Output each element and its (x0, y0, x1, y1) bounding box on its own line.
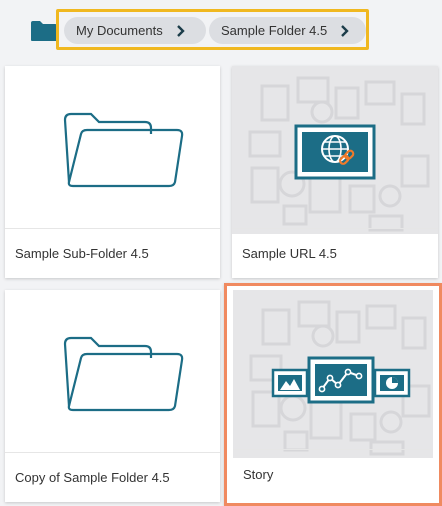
breadcrumb-label: Sample Folder 4.5 (221, 23, 328, 38)
story-chart-icon (271, 356, 411, 404)
breadcrumb: My Documents Sample Folder 4.5 (56, 9, 369, 50)
card-thumbnail (5, 290, 220, 458)
card-label: Sample Sub-Folder 4.5 (5, 228, 220, 278)
card-label: Sample URL 4.5 (232, 228, 438, 278)
folder-outline-icon (63, 336, 184, 412)
card-thumbnail (5, 66, 220, 234)
globe-link-icon (294, 124, 376, 180)
folder-card-copy-of-sample-folder[interactable]: Copy of Sample Folder 4.5 (5, 290, 220, 502)
chevron-right-icon (341, 24, 349, 37)
top-bar: My Documents Sample Folder 4.5 (0, 0, 442, 62)
folder-card-sample-sub-folder[interactable]: Sample Sub-Folder 4.5 (5, 66, 220, 278)
folder-outline-icon (63, 112, 184, 188)
card-thumbnail (233, 290, 433, 458)
card-label: Story (233, 449, 433, 499)
card-label: Copy of Sample Folder 4.5 (5, 452, 220, 502)
breadcrumb-label: My Documents (76, 23, 163, 38)
folder-icon[interactable] (30, 20, 58, 42)
breadcrumb-item-my-documents[interactable]: My Documents (64, 17, 206, 44)
card-thumbnail (232, 66, 438, 234)
story-card[interactable]: Story (224, 283, 442, 506)
breadcrumb-item-sample-folder[interactable]: Sample Folder 4.5 (209, 17, 366, 44)
url-card-sample-url[interactable]: Sample URL 4.5 (232, 66, 438, 278)
chevron-right-icon (176, 24, 185, 37)
